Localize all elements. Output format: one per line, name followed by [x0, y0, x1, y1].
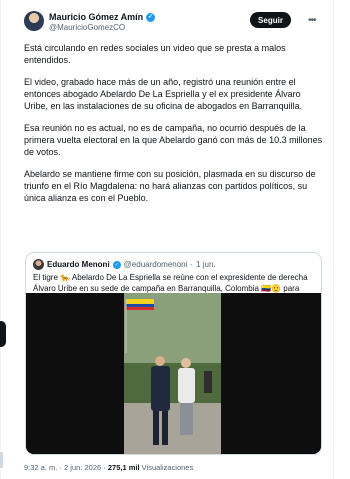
author-name[interactable]: Mauricio Gómez Amín [49, 12, 143, 22]
quoted-tweet[interactable]: Eduardo Menoni ✓ @eduardomenoni · 1 jun.… [25, 252, 322, 455]
timeline-border-left [0, 0, 1, 479]
quoted-author-name: Eduardo Menoni [47, 260, 110, 269]
separator-dot: · [190, 260, 194, 269]
author-handle[interactable]: @MauricioGomezCO [49, 23, 125, 32]
verified-badge-icon: ✓ [146, 12, 156, 22]
quoted-author-avatar [33, 259, 44, 270]
video-frame-image [26, 293, 321, 454]
quoted-video[interactable] [26, 293, 321, 454]
timeline-border-right [333, 0, 334, 479]
separator-dot: · [59, 463, 62, 472]
tweet-paragraph: Está circulando en redes sociales un vid… [24, 43, 286, 65]
tweet-paragraph: El video, grabado hace más de un año, re… [24, 77, 303, 111]
tweet-footer: 9:32 a. m. · 2 jun. 2026 · 275,1 mil Vis… [24, 463, 193, 472]
tweet-header: Mauricio Gómez Amín ✓ @MauricioGomezCO S… [24, 11, 324, 37]
tweet-time[interactable]: 9:32 a. m. [24, 463, 57, 472]
author-avatar[interactable] [24, 11, 44, 31]
tweet-paragraph: Esa reunión no es actual, no es de campa… [24, 123, 323, 157]
author-name-row: Mauricio Gómez Amín ✓ [49, 12, 156, 22]
scroll-track-marker [0, 452, 3, 468]
follow-button[interactable]: Seguir [250, 12, 291, 28]
verified-badge-icon: ✓ [112, 260, 121, 269]
views-label: Visualizaciones [141, 463, 194, 472]
more-horizontal-icon[interactable]: ••• [308, 15, 316, 26]
tweet-text: Está circulando en redes sociales un vid… [24, 42, 324, 214]
tweet-date[interactable]: 2 jun. 2026 [64, 463, 101, 472]
quoted-date: 1 jun. [196, 260, 216, 269]
tweet-paragraph: Abelardo se mantiene firme con su posici… [24, 169, 316, 203]
views-count: 275,1 mil [107, 463, 140, 472]
quoted-tweet-header: Eduardo Menoni ✓ @eduardomenoni · 1 jun. [33, 259, 216, 270]
separator-dot: · [103, 463, 106, 472]
quoted-author-handle: @eduardomenoni [123, 260, 188, 269]
scroll-handle[interactable] [0, 321, 6, 347]
